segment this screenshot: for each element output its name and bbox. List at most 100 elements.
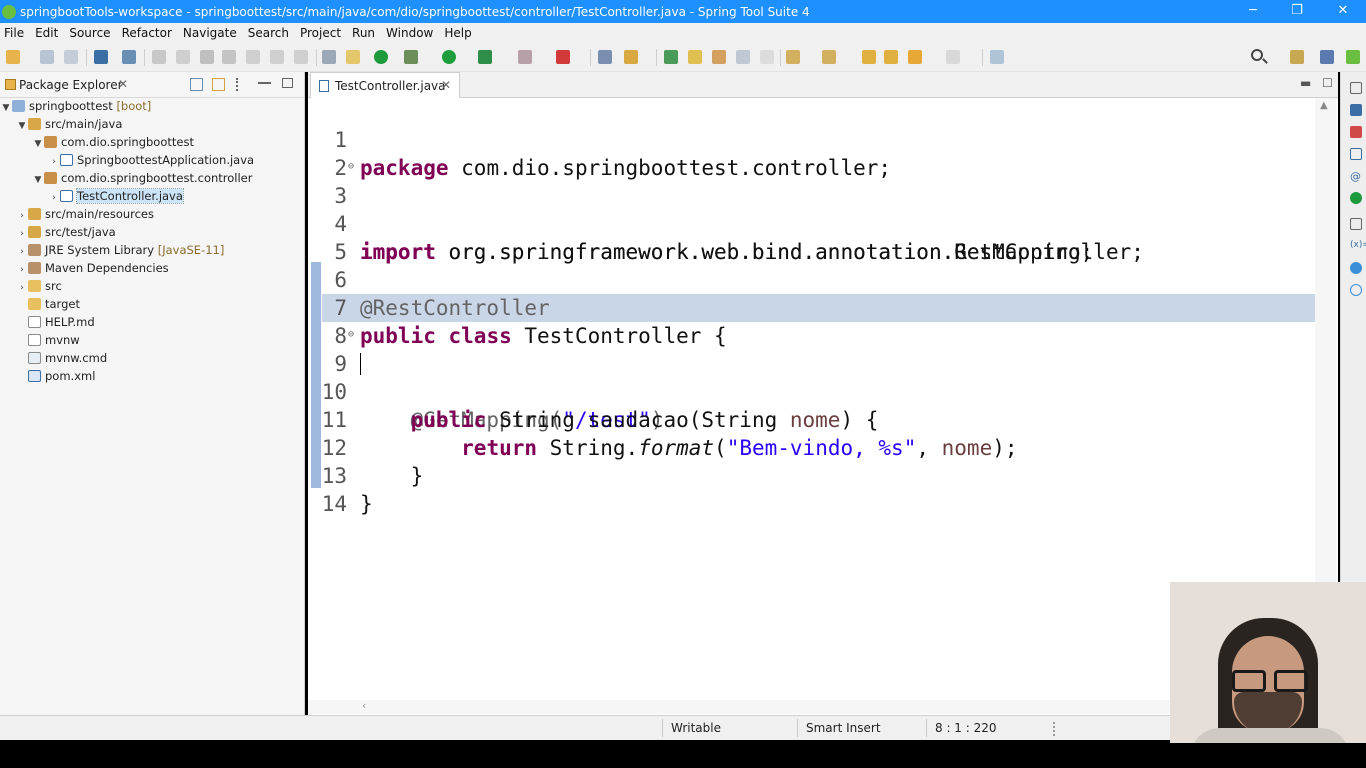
open-type-icon[interactable] — [598, 50, 612, 64]
breakpoints-icon[interactable] — [1350, 262, 1362, 274]
mark-occurrences-icon[interactable] — [688, 50, 702, 64]
menu-project[interactable]: Project — [296, 26, 348, 40]
debug-icon[interactable] — [404, 50, 418, 64]
tree-item-mvnw-cmd[interactable]: mvnw.cmd — [16, 349, 107, 367]
resume-icon[interactable] — [152, 50, 166, 64]
tree-item-maven-dependencies[interactable]: › Maven Dependencies — [16, 259, 168, 277]
open-task-icon[interactable] — [624, 50, 638, 64]
menu-help[interactable]: Help — [440, 26, 478, 40]
forward-history-icon[interactable] — [884, 50, 898, 64]
previous-annotation-icon[interactable] — [822, 50, 836, 64]
menu-window[interactable]: Window — [382, 26, 440, 40]
new-icon[interactable] — [6, 50, 20, 64]
chevron-down-icon[interactable]: ▼ — [0, 99, 12, 117]
menu-run[interactable]: Run — [348, 26, 382, 40]
tree-item-src-test-java[interactable]: › src/test/java — [16, 223, 116, 241]
maximize-view-icon[interactable] — [282, 78, 293, 88]
boot-dashboard-icon[interactable] — [374, 50, 388, 64]
menu-source[interactable]: Source — [65, 26, 117, 40]
back-icon[interactable] — [908, 50, 922, 64]
boot-dashboard-view-icon[interactable] — [1350, 192, 1362, 204]
next-annotation-icon[interactable] — [786, 50, 800, 64]
insert-mode-status[interactable]: Smart Insert — [806, 721, 881, 735]
link-with-editor-icon[interactable] — [212, 78, 225, 91]
scroll-up-icon[interactable]: ▲ — [1320, 100, 1328, 111]
restore-view-icon[interactable] — [1350, 82, 1362, 94]
terminate-icon[interactable] — [200, 50, 214, 64]
chevron-down-icon[interactable]: ▼ — [16, 117, 28, 135]
tree-item-jre-library[interactable]: › JRE System Library [JavaSE-11] — [16, 241, 224, 259]
run-icon[interactable] — [442, 50, 456, 64]
outline-icon[interactable] — [1350, 104, 1362, 116]
open-perspective-icon[interactable] — [1290, 50, 1304, 64]
problems-icon[interactable] — [1350, 126, 1362, 138]
menu-file[interactable]: File — [0, 26, 31, 40]
pin-editor-icon[interactable] — [990, 50, 1004, 64]
chevron-down-icon[interactable]: ▼ — [32, 171, 44, 189]
minimize-button[interactable]: ─ — [1230, 0, 1276, 23]
restore-button[interactable]: ❐ — [1274, 0, 1320, 23]
package-explorer-tab[interactable]: Package Explorer ✕ — [0, 72, 305, 98]
declaration-icon[interactable]: @ — [1350, 170, 1362, 183]
minimize-view-icon[interactable] — [258, 82, 271, 84]
close-window-button[interactable]: ✕ — [1320, 0, 1366, 23]
editor-tab-test-controller[interactable]: TestController.java ✕ — [310, 72, 460, 99]
word-wrap-icon[interactable] — [736, 50, 750, 64]
tree-item-application-class[interactable]: › SpringboottestApplication.java — [48, 151, 254, 169]
tree-item-src[interactable]: › src — [16, 277, 62, 295]
tree-item-test-controller[interactable]: › TestController.java — [48, 187, 184, 205]
save-all-icon[interactable] — [64, 50, 78, 64]
search-icon[interactable] — [1251, 49, 1263, 61]
stop-icon[interactable] — [518, 50, 532, 64]
view-menu-icon[interactable] — [236, 78, 240, 91]
close-view-icon[interactable]: ✕ — [118, 77, 128, 91]
tree-item-pom-xml[interactable]: pom.xml — [16, 367, 95, 385]
toggle-breadcrumb-icon[interactable] — [664, 50, 678, 64]
menu-edit[interactable]: Edit — [31, 26, 65, 40]
step-into-icon[interactable] — [246, 50, 260, 64]
menu-search[interactable]: Search — [244, 26, 296, 40]
fold-toggle-icon[interactable]: ⊖ — [348, 321, 354, 349]
tree-item-controller-package[interactable]: ▼ com.dio.springboottest.controller — [32, 169, 253, 187]
variables-icon[interactable]: (x)= — [1350, 240, 1366, 252]
tree-item-src-main-java[interactable]: ▼ src/main/java — [16, 115, 123, 135]
tree-item-mvnw[interactable]: mvnw — [16, 331, 80, 349]
tree-item-help-md[interactable]: HELP.md — [16, 313, 95, 331]
expressions-icon[interactable] — [1350, 284, 1362, 296]
menu-navigate[interactable]: Navigate — [179, 26, 244, 40]
horizontal-scrollbar[interactable]: ‹ — [308, 699, 1315, 714]
close-tab-icon[interactable]: ✕ — [441, 78, 451, 92]
chevron-down-icon[interactable]: ▼ — [32, 135, 44, 153]
disconnect-icon[interactable] — [222, 50, 236, 64]
minimize-editor-icon[interactable]: ▬ — [1300, 76, 1311, 90]
scroll-left-icon[interactable]: ‹ — [362, 699, 366, 712]
code-editor[interactable]: 1 package com.dio.springboottest.control… — [308, 98, 1315, 700]
drop-to-frame-icon[interactable] — [346, 50, 360, 64]
restore-view-icon[interactable] — [1350, 218, 1362, 230]
use-step-filters-icon[interactable] — [322, 50, 336, 64]
skip-breakpoints-icon[interactable] — [122, 50, 136, 64]
tree-item-src-main-resources[interactable]: › src/main/resources — [16, 205, 154, 223]
last-edit-location-icon[interactable] — [862, 50, 876, 64]
step-over-icon[interactable] — [270, 50, 284, 64]
java-perspective-icon[interactable] — [1320, 50, 1334, 64]
tree-item-package[interactable]: ▼ com.dio.springboottest — [32, 133, 194, 151]
external-tools-icon[interactable] — [556, 50, 570, 64]
step-return-icon[interactable] — [294, 50, 308, 64]
javadoc-icon[interactable] — [1350, 148, 1362, 160]
menu-refactor[interactable]: Refactor — [118, 26, 179, 40]
block-selection-icon[interactable] — [712, 50, 726, 64]
forward-icon[interactable] — [946, 50, 960, 64]
suspend-icon[interactable] — [176, 50, 190, 64]
terminal-icon[interactable] — [94, 50, 108, 64]
tree-item-project[interactable]: ▼ springboottest [boot] — [0, 97, 152, 117]
collapse-all-icon[interactable] — [190, 78, 203, 91]
status-bar: Writable Smart Insert 8 : 1 : 220 — [0, 715, 1366, 740]
show-whitespace-icon[interactable] — [760, 50, 774, 64]
save-icon[interactable] — [40, 50, 54, 64]
spring-perspective-icon[interactable] — [1346, 50, 1360, 64]
coverage-icon[interactable] — [478, 50, 492, 64]
fold-toggle-icon[interactable]: ⊖ — [348, 153, 354, 181]
maximize-editor-icon[interactable]: ☐ — [1322, 76, 1333, 90]
tree-item-target[interactable]: target — [16, 295, 80, 313]
